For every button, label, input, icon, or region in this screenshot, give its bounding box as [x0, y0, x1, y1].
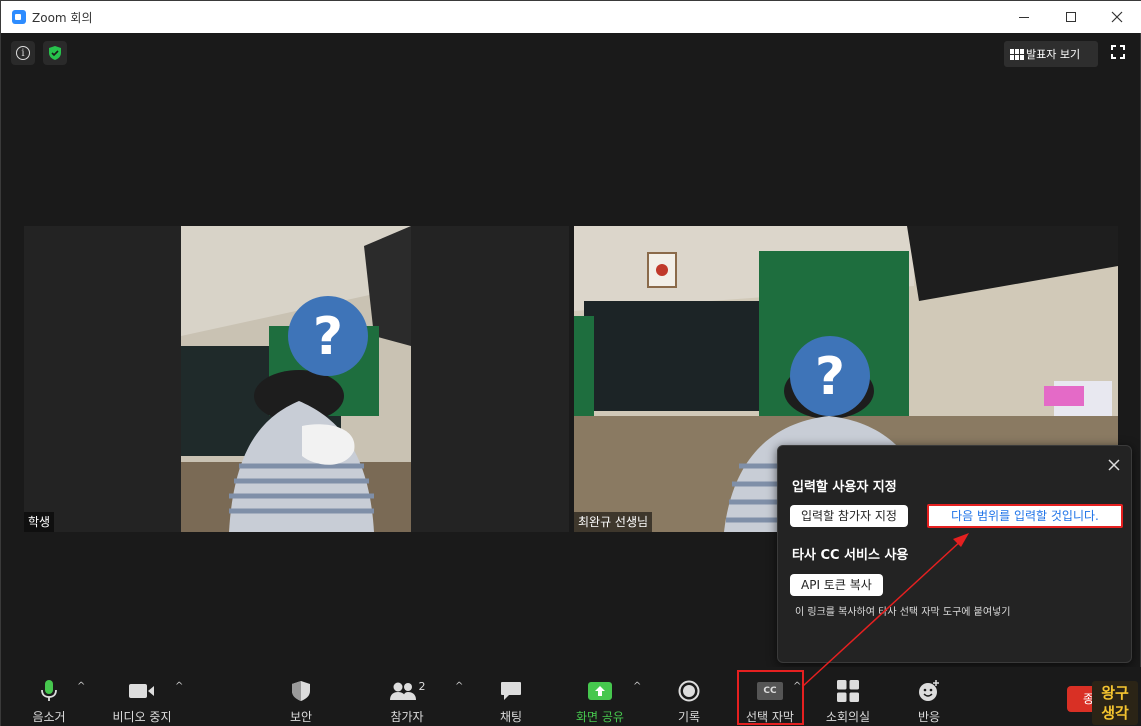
mute-button[interactable]: 음소거 — [23, 667, 75, 725]
microphone-icon — [41, 680, 57, 701]
caption-highlight-box — [737, 670, 804, 725]
assign-participant-button[interactable]: 입력할 참가자 지정 — [790, 505, 908, 527]
title-bar: Zoom 회의 — [1, 1, 1141, 33]
copy-api-token-button[interactable]: API 토큰 복사 — [790, 574, 883, 596]
info-icon: i — [16, 46, 30, 60]
zoom-app-icon — [12, 10, 26, 24]
mute-label: 음소거 — [32, 710, 66, 724]
student-video: ? — [24, 226, 569, 532]
security-button[interactable]: 보안 — [281, 667, 321, 725]
participants-button[interactable]: 2 참가자 — [381, 667, 433, 725]
meeting-toolbar: 음소거 ^ 비디오 중지 ^ 보안 2 참가자 ^ 채팅 화면 공유 ^ 기록 … — [1, 667, 1141, 726]
record-label: 기록 — [677, 710, 701, 724]
maximize-button[interactable] — [1048, 1, 1094, 33]
minimize-icon — [1019, 16, 1029, 18]
share-screen-label: 화면 공유 — [576, 710, 624, 724]
shield-icon — [292, 681, 310, 701]
assign-typist-heading: 입력할 사용자 지정 — [792, 480, 897, 495]
record-icon — [678, 680, 700, 702]
participant-name-label: 학생 — [24, 512, 55, 532]
stop-video-button[interactable]: 비디오 중지 — [105, 667, 179, 725]
watermark-line2: 생각 — [1101, 704, 1129, 722]
mute-options-caret[interactable]: ^ — [77, 681, 85, 692]
speaker-view-button[interactable]: 발표자 보기 — [1004, 41, 1098, 67]
breakout-rooms-icon — [837, 680, 859, 702]
svg-text:?: ? — [313, 307, 343, 367]
shield-check-icon — [49, 46, 61, 60]
share-screen-icon — [588, 682, 612, 700]
chat-button[interactable]: 채팅 — [491, 667, 531, 725]
participants-count: 2 — [418, 679, 426, 693]
participants-icon — [389, 682, 416, 700]
video-camera-icon — [129, 684, 154, 698]
window-title: Zoom 회의 — [32, 10, 93, 25]
reactions-label: 반응 — [917, 710, 941, 724]
participants-label: 참가자 — [390, 710, 424, 724]
watermark-line1: 왕구 — [1101, 684, 1129, 702]
i-will-type-link[interactable]: 다음 범위를 입력할 것입니다. — [927, 504, 1123, 528]
speaker-view-label: 발표자 보기 — [1026, 48, 1081, 61]
share-options-caret[interactable]: ^ — [633, 681, 641, 692]
close-window-button[interactable] — [1094, 1, 1140, 33]
breakout-rooms-label: 소회의실 — [825, 710, 871, 724]
close-icon — [1111, 11, 1123, 23]
participants-options-caret[interactable]: ^ — [455, 681, 463, 692]
stop-video-label: 비디오 중지 — [112, 710, 172, 724]
watermark-logo: 왕구 생각 — [1092, 681, 1138, 725]
close-icon[interactable] — [1107, 458, 1121, 472]
reaction-smile-icon — [919, 680, 939, 701]
chat-label: 채팅 — [499, 710, 523, 724]
meeting-info-button[interactable]: i — [11, 41, 35, 65]
third-party-cc-heading: 타사 CC 서비스 사용 — [792, 548, 909, 563]
participant-name-label: 최완규 선생님 — [574, 512, 653, 532]
chat-icon — [501, 682, 521, 700]
speaker-view-icon — [1010, 48, 1024, 60]
zoom-window: Zoom 회의 i 발표자 보기 ? 학생 ? 최완규 선생님 입력할 사용자 … — [0, 0, 1141, 726]
video-tile-student[interactable]: ? 학생 — [24, 226, 569, 532]
security-label: 보안 — [289, 710, 313, 724]
encryption-badge[interactable] — [43, 41, 67, 65]
maximize-icon — [1066, 12, 1076, 22]
video-options-caret[interactable]: ^ — [175, 681, 183, 692]
closed-caption-popup: 입력할 사용자 지정 입력할 참가자 지정 다음 범위를 입력할 것입니다. 타… — [777, 445, 1132, 663]
fullscreen-icon[interactable] — [1111, 45, 1125, 59]
share-screen-button[interactable]: 화면 공유 — [569, 667, 631, 725]
minimize-button[interactable] — [1001, 1, 1047, 33]
record-button[interactable]: 기록 — [669, 667, 709, 725]
reactions-button[interactable]: 반응 — [909, 667, 949, 725]
api-token-hint: 이 링크를 복사하여 타사 선택 자막 도구에 붙여넣기 — [795, 607, 1011, 618]
svg-text:?: ? — [815, 347, 845, 407]
breakout-rooms-button[interactable]: 소회의실 — [819, 667, 877, 725]
